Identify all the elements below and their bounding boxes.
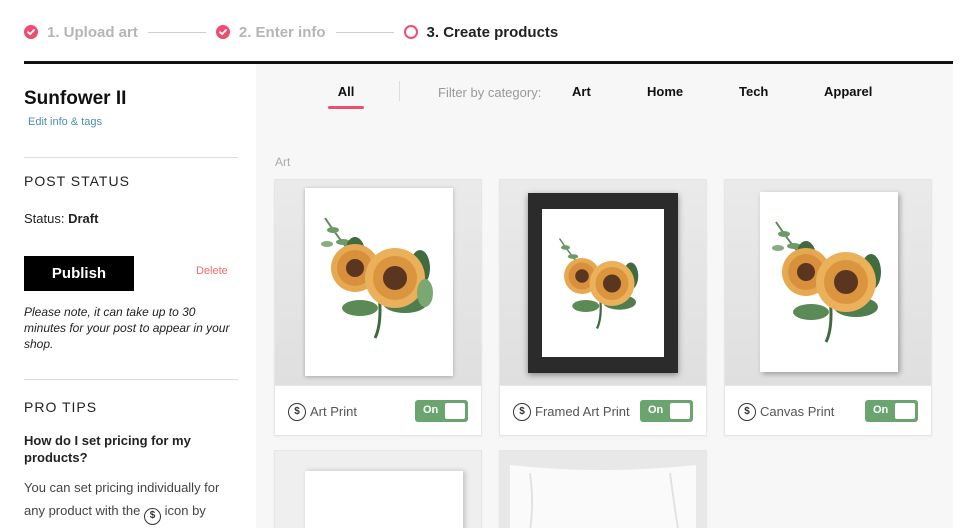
product-card-footer: $ Canvas Print On bbox=[725, 385, 931, 435]
category-filter-bar: All Filter by category: Art Home Tech Ap… bbox=[256, 64, 953, 120]
product-preview bbox=[275, 180, 481, 385]
delete-link[interactable]: Delete bbox=[196, 265, 228, 277]
product-preview bbox=[275, 451, 481, 528]
sunflower-artwork bbox=[558, 238, 639, 330]
edit-info-link[interactable]: Edit info & tags bbox=[28, 116, 102, 128]
product-preview bbox=[725, 180, 931, 385]
active-tab-indicator bbox=[328, 106, 364, 109]
dollar-circle-icon[interactable]: $ bbox=[288, 403, 306, 421]
tip-answer: You can set pricing individually for any… bbox=[24, 476, 234, 528]
step-upload-art[interactable]: 1. Upload art bbox=[24, 24, 138, 41]
product-enabled-toggle[interactable]: On bbox=[640, 400, 693, 422]
canvas-print-mockup bbox=[760, 192, 898, 372]
divider bbox=[24, 157, 238, 158]
frame-mat bbox=[542, 209, 664, 357]
filter-tab-all[interactable]: All bbox=[328, 84, 364, 99]
toggle-knob bbox=[895, 403, 915, 419]
product-card-framed-art-print[interactable]: $ Framed Art Print On bbox=[499, 179, 707, 436]
toggle-label: On bbox=[648, 404, 664, 416]
filter-tab-home[interactable]: Home bbox=[647, 84, 683, 99]
product-card-canvas-print[interactable]: $ Canvas Print On bbox=[724, 179, 932, 436]
step-connector bbox=[335, 31, 394, 33]
step-label: 2. Enter info bbox=[238, 23, 326, 41]
product-enabled-toggle[interactable]: On bbox=[415, 400, 468, 422]
product-name: Canvas Print bbox=[760, 404, 835, 419]
sidebar: Sunfower II Edit info & tags POST STATUS… bbox=[24, 64, 238, 528]
toggle-knob bbox=[670, 403, 690, 419]
art-print-mockup bbox=[305, 188, 453, 376]
status-label: Status: bbox=[24, 211, 65, 226]
step-create-products: 3. Create products bbox=[403, 23, 559, 41]
filter-tab-apparel[interactable]: Apparel bbox=[824, 84, 872, 99]
product-card-footer: $ Framed Art Print On bbox=[500, 385, 706, 435]
product-card-footer: $ Art Print On bbox=[275, 385, 481, 435]
sunflower-artwork bbox=[772, 221, 881, 343]
toggle-label: On bbox=[873, 404, 889, 416]
step-enter-info[interactable]: 2. Enter info bbox=[215, 23, 326, 41]
product-card-partial[interactable] bbox=[274, 450, 482, 528]
framed-print-mockup bbox=[528, 193, 678, 373]
check-circle-icon bbox=[215, 25, 230, 39]
tip-question: How do I set pricing for my products? bbox=[24, 433, 191, 465]
product-area: All Filter by category: Art Home Tech Ap… bbox=[256, 64, 953, 528]
step-label: 3. Create products bbox=[426, 23, 559, 41]
filter-tab-tech[interactable]: Tech bbox=[739, 84, 768, 99]
pro-tips-heading: PRO TIPS bbox=[24, 399, 98, 415]
progress-stepper: 1. Upload art 2. Enter info 3. Create pr… bbox=[24, 18, 558, 46]
product-name: Framed Art Print bbox=[535, 404, 630, 419]
product-card-art-print[interactable]: $ Art Print On bbox=[274, 179, 482, 436]
divider bbox=[24, 379, 238, 380]
tapestry-mockup bbox=[510, 465, 696, 528]
dollar-circle-icon[interactable]: $ bbox=[513, 403, 531, 421]
filter-tab-art[interactable]: Art bbox=[572, 84, 591, 99]
publish-button[interactable]: Publish bbox=[24, 256, 134, 291]
product-name: Art Print bbox=[310, 404, 357, 419]
dollar-circle-icon: $ bbox=[143, 508, 161, 525]
status-badge: Draft bbox=[68, 211, 99, 226]
ring-icon bbox=[403, 25, 418, 39]
toggle-label: On bbox=[423, 404, 439, 416]
check-circle-icon bbox=[24, 25, 38, 39]
product-card-partial[interactable] bbox=[499, 450, 707, 528]
product-preview bbox=[500, 180, 706, 385]
product-title: Sunfower II bbox=[24, 88, 127, 109]
dollar-circle-icon[interactable]: $ bbox=[738, 403, 756, 421]
poster-mockup bbox=[305, 471, 463, 528]
step-label: 1. Upload art bbox=[47, 23, 138, 41]
toggle-knob bbox=[445, 403, 465, 419]
publish-note: Please note, it can take up to 30 minute… bbox=[24, 305, 230, 351]
product-enabled-toggle[interactable]: On bbox=[865, 400, 918, 422]
step-connector bbox=[147, 31, 206, 33]
filter-separator bbox=[399, 81, 400, 101]
post-status-heading: POST STATUS bbox=[24, 173, 130, 189]
sunflower-artwork bbox=[321, 217, 433, 339]
section-label-art: Art bbox=[275, 155, 291, 169]
filter-by-label: Filter by category: bbox=[438, 85, 542, 100]
status-line: Status: Draft bbox=[24, 211, 98, 226]
product-preview bbox=[500, 451, 706, 528]
